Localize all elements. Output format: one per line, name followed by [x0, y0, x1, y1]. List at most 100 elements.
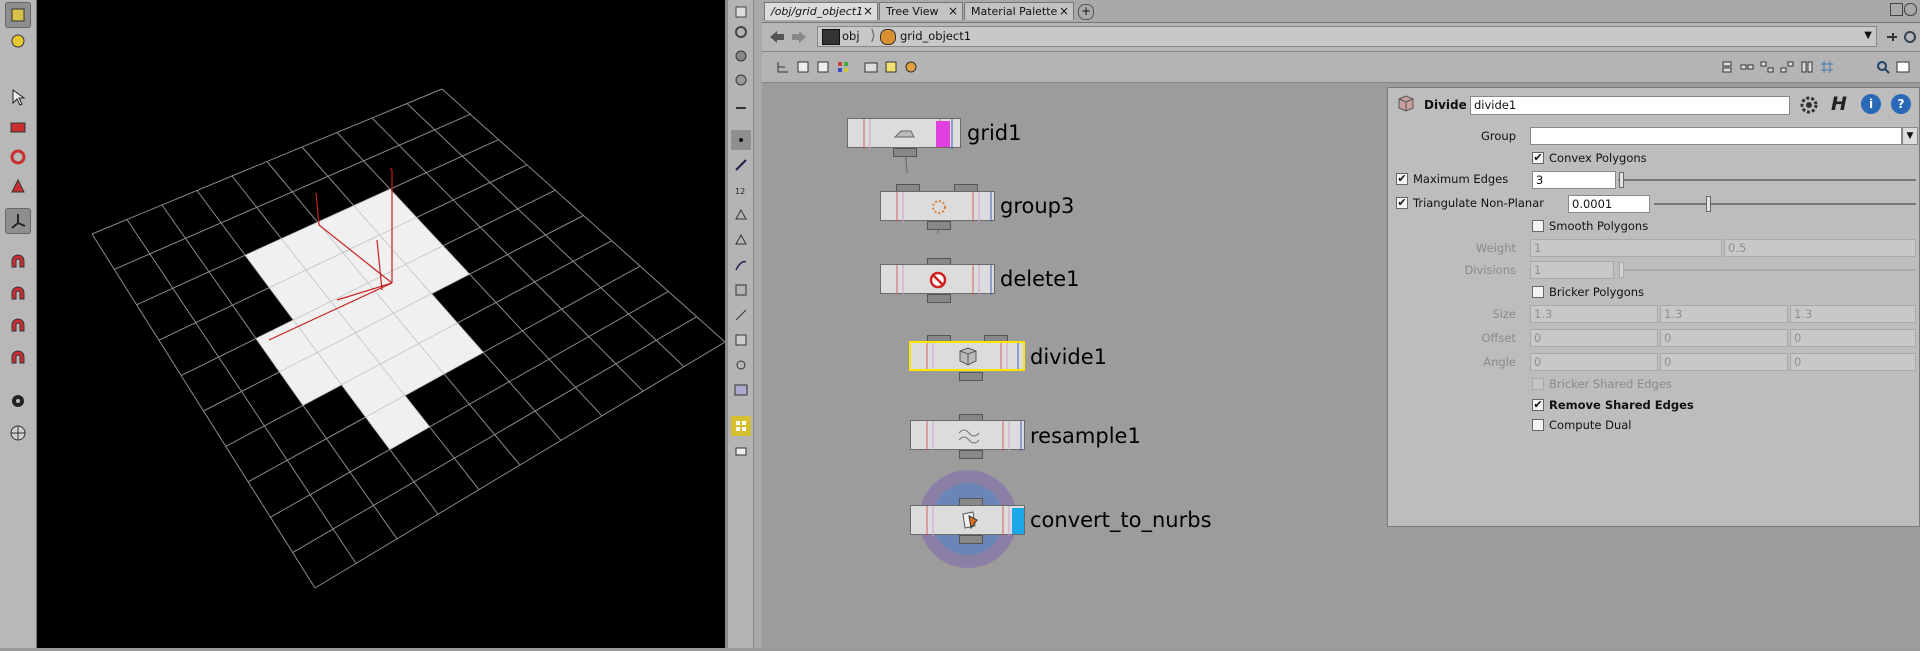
node-resample1[interactable] [910, 420, 1025, 451]
pane-tool-2-icon[interactable] [731, 22, 751, 42]
help-icon[interactable]: ? [1891, 94, 1911, 114]
help-h-icon[interactable]: H [1831, 93, 1853, 115]
align-3-icon[interactable] [1758, 58, 1776, 76]
pane-menu-icon[interactable] [1904, 3, 1917, 16]
node-divide1[interactable] [909, 341, 1025, 371]
magnet-tool-2-icon[interactable] [5, 282, 31, 308]
angle-field-y[interactable]: 0 [1660, 353, 1788, 371]
constraint-icon[interactable] [731, 355, 751, 375]
rotate-tool-icon[interactable] [5, 144, 31, 170]
size-field-x[interactable]: 1.3 [1530, 305, 1658, 323]
forward-arrow-icon[interactable] [790, 29, 808, 45]
brush-tool-icon[interactable] [5, 28, 31, 54]
divisions-slider[interactable] [1618, 269, 1916, 271]
node-grid1[interactable] [847, 118, 961, 149]
node-label-grid1[interactable]: grid1 [967, 121, 1022, 145]
output-connector[interactable] [927, 294, 951, 303]
circle-icon[interactable] [731, 70, 751, 90]
slider-handle[interactable] [1619, 172, 1624, 188]
path-root[interactable]: obj [842, 29, 860, 43]
node-label-resample1[interactable]: resample1 [1030, 424, 1141, 448]
align-4-icon[interactable] [1778, 58, 1796, 76]
primitive-select-icon[interactable] [731, 205, 751, 225]
handle-tool-icon[interactable] [5, 208, 31, 234]
output-connector[interactable] [927, 221, 951, 230]
slider-handle[interactable] [1619, 262, 1624, 278]
node-label-delete1[interactable]: delete1 [1000, 267, 1080, 291]
maximize-icon[interactable] [1890, 3, 1903, 16]
convex-polygons-checkbox[interactable]: ✔ [1532, 152, 1544, 164]
angle-field-x[interactable]: 0 [1530, 353, 1658, 371]
smooth-polygons-checkbox[interactable] [1532, 220, 1544, 232]
node-delete1[interactable] [880, 264, 995, 295]
display-options-icon[interactable] [1894, 58, 1912, 76]
bricker-shared-edges-checkbox[interactable] [1532, 378, 1544, 390]
back-arrow-icon[interactable] [768, 29, 786, 45]
vertex-numbers-icon[interactable] [731, 230, 751, 250]
node-label-convert-to-nurbs[interactable]: convert_to_nurbs [1030, 508, 1212, 532]
tab-material-palette[interactable]: Material Palette × [964, 2, 1074, 20]
tab-tree-view[interactable]: Tree View × [879, 2, 963, 20]
chevron-down-icon[interactable]: ▼ [1902, 127, 1918, 145]
weight-field-1[interactable]: 1 [1530, 239, 1722, 257]
maximum-edges-toggle[interactable]: ✔ [1396, 173, 1408, 185]
path-current[interactable]: grid_object1 [900, 29, 971, 43]
triangulate-field[interactable]: 0.0001 [1568, 195, 1650, 213]
close-icon[interactable]: × [863, 3, 873, 20]
frame-icon[interactable] [731, 280, 751, 300]
search-icon[interactable] [1874, 58, 1892, 76]
triangulate-toggle[interactable]: ✔ [1396, 197, 1408, 209]
align-2-icon[interactable] [1738, 58, 1756, 76]
triangulate-slider[interactable] [1654, 203, 1916, 205]
angle-field-z[interactable]: 0 [1790, 353, 1916, 371]
globe-tool-icon[interactable] [5, 420, 31, 446]
offset-field-x[interactable]: 0 [1530, 329, 1658, 347]
magnet-tool-3-icon[interactable] [5, 314, 31, 340]
remove-shared-edges-checkbox[interactable]: ✔ [1532, 399, 1544, 411]
pane-tool-1-icon[interactable] [731, 2, 751, 22]
output-connector[interactable] [959, 535, 983, 544]
point-select-icon[interactable] [731, 130, 751, 150]
offset-field-y[interactable]: 0 [1660, 329, 1788, 347]
slider-handle[interactable] [1706, 196, 1711, 212]
magnet-tool-1-icon[interactable] [5, 250, 31, 276]
scale-tool-icon[interactable] [5, 174, 31, 200]
hand-icon[interactable] [731, 98, 751, 118]
path-field[interactable]: obj ⟩ grid_object1 ▼ [817, 26, 1877, 47]
note-icon[interactable] [814, 58, 832, 76]
divide-node-icon[interactable] [1396, 93, 1416, 113]
chevron-down-icon[interactable]: ▼ [1864, 30, 1872, 41]
output-connector[interactable] [893, 148, 917, 157]
gear-icon[interactable] [1798, 94, 1820, 116]
network-box-icon[interactable] [862, 58, 880, 76]
group-field[interactable] [1530, 127, 1902, 145]
node-label-group3[interactable]: group3 [1000, 194, 1074, 218]
node-label-divide1[interactable]: divide1 [1030, 345, 1107, 369]
scene-viewport[interactable] [37, 0, 726, 648]
palette-icon[interactable] [902, 58, 920, 76]
node-convert-to-nurbs[interactable] [910, 505, 1025, 536]
move-tool-icon[interactable] [5, 114, 31, 140]
text-display-icon[interactable] [731, 330, 751, 350]
output-connector[interactable] [959, 372, 983, 381]
edge-select-icon[interactable] [731, 155, 751, 175]
close-icon[interactable]: × [948, 3, 958, 20]
sticky-note-icon[interactable] [882, 58, 900, 76]
camera-icon[interactable] [731, 441, 751, 461]
bricker-polygons-checkbox[interactable] [1532, 286, 1544, 298]
gear-tool-icon[interactable] [5, 388, 31, 414]
normals-icon[interactable] [731, 255, 751, 275]
layout-icon[interactable] [731, 416, 751, 436]
offset-field-z[interactable]: 0 [1790, 329, 1916, 347]
snap-icon[interactable] [731, 305, 751, 325]
compute-dual-checkbox[interactable] [1532, 419, 1544, 431]
close-icon[interactable]: × [1059, 3, 1069, 20]
tree-icon[interactable] [774, 58, 792, 76]
divisions-field[interactable]: 1 [1530, 261, 1614, 279]
info-icon[interactable]: i [1861, 94, 1881, 114]
sphere-icon[interactable] [731, 46, 751, 66]
network-grid-icon[interactable] [1818, 58, 1836, 76]
align-1-icon[interactable] [1718, 58, 1736, 76]
output-connector[interactable] [959, 450, 983, 459]
size-field-y[interactable]: 1.3 [1660, 305, 1788, 323]
